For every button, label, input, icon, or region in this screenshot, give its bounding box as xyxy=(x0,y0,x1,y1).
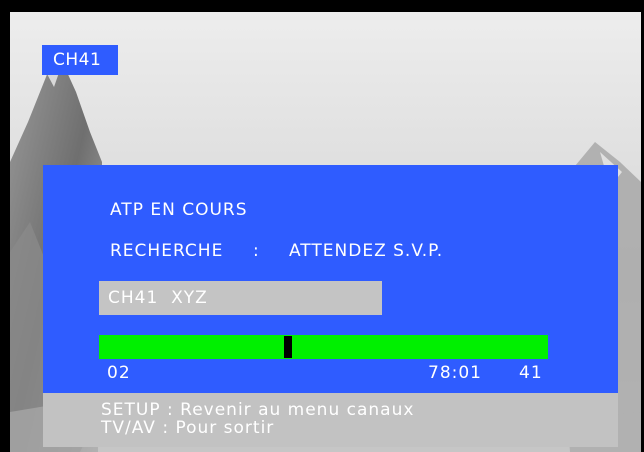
help-setup-text: SETUP : Revenir au menu canaux xyxy=(101,400,415,420)
end-channel-number: 41 xyxy=(519,363,543,383)
auto-tuning-panel: ATP EN COURS RECHERCHE : ATTENDEZ S.V.P.… xyxy=(43,165,618,393)
tuning-progress-bar xyxy=(99,335,548,359)
frequency-readout: 78:01 xyxy=(428,363,482,383)
search-separator: : xyxy=(253,241,260,261)
current-channel-field: CH41 XYZ xyxy=(99,281,382,315)
help-panel: SETUP : Revenir au menu canaux TV/AV : P… xyxy=(43,393,618,447)
help-tvav-text: TV/AV : Pour sortir xyxy=(101,418,275,438)
screen-top-border xyxy=(0,0,644,12)
channel-number-badge: CH41 xyxy=(42,45,118,75)
search-label: RECHERCHE xyxy=(110,241,224,261)
start-channel-number: 02 xyxy=(107,363,131,383)
screen-left-border xyxy=(0,12,10,452)
atp-status-text: ATP EN COURS xyxy=(110,200,248,220)
progress-cursor xyxy=(284,336,292,358)
tv-screen: CH41 ATP EN COURS RECHERCHE : ATTENDEZ S… xyxy=(10,12,641,452)
search-message: ATTENDEZ S.V.P. xyxy=(289,241,444,261)
